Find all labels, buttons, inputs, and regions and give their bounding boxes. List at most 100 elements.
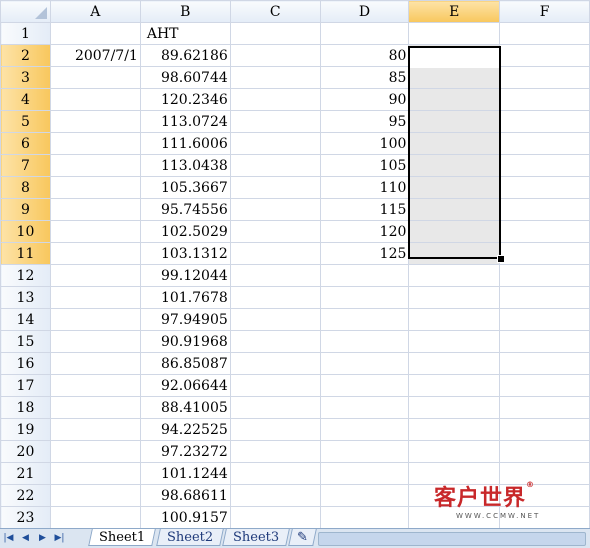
- cell-b8[interactable]: 105.3667: [139, 176, 231, 199]
- cell-b22[interactable]: 98.68611: [139, 484, 231, 507]
- cell-e10[interactable]: [408, 220, 501, 243]
- row-header-6[interactable]: 6: [0, 132, 51, 155]
- cell-c11[interactable]: [229, 242, 321, 265]
- column-header-a[interactable]: A: [49, 0, 141, 23]
- cell-a2[interactable]: 2007/7/1: [49, 44, 141, 67]
- row-header-17[interactable]: 17: [0, 374, 51, 397]
- row-header-21[interactable]: 21: [0, 462, 51, 485]
- cell-d4[interactable]: 90: [319, 88, 410, 111]
- cell-b14[interactable]: 97.94905: [139, 308, 231, 331]
- fill-handle[interactable]: [497, 255, 505, 263]
- cell-f14[interactable]: [499, 308, 590, 331]
- cell-b16[interactable]: 86.85087: [139, 352, 231, 375]
- cell-f3[interactable]: [499, 66, 590, 89]
- cell-d19[interactable]: [319, 418, 410, 441]
- cell-e15[interactable]: [408, 330, 501, 353]
- row-header-16[interactable]: 16: [0, 352, 51, 375]
- cell-e20[interactable]: [408, 440, 501, 463]
- row-header-14[interactable]: 14: [0, 308, 51, 331]
- cell-d20[interactable]: [319, 440, 410, 463]
- cell-b7[interactable]: 113.0438: [139, 154, 231, 177]
- cell-c2[interactable]: [229, 44, 321, 67]
- cell-e9[interactable]: [408, 198, 501, 221]
- cell-b12[interactable]: 99.12044: [139, 264, 231, 287]
- cell-b15[interactable]: 90.91968: [139, 330, 231, 353]
- cell-d7[interactable]: 105: [319, 154, 410, 177]
- cell-a17[interactable]: [49, 374, 141, 397]
- cell-b18[interactable]: 88.41005: [139, 396, 231, 419]
- cell-e5[interactable]: [408, 110, 501, 133]
- tab-sheet1[interactable]: Sheet1: [88, 529, 156, 546]
- cell-e12[interactable]: [408, 264, 501, 287]
- cell-f10[interactable]: [499, 220, 590, 243]
- cell-f1[interactable]: [499, 22, 590, 45]
- row-header-12[interactable]: 12: [0, 264, 51, 287]
- spreadsheet-grid[interactable]: ABCDEF 1 AHT 2 2007/7/1 89.62186 80 3 98.60744 8…: [0, 0, 590, 528]
- cell-f20[interactable]: [499, 440, 590, 463]
- cell-c21[interactable]: [229, 462, 321, 485]
- cell-f13[interactable]: [499, 286, 590, 309]
- cell-c12[interactable]: [229, 264, 321, 287]
- cell-b23[interactable]: 100.9157: [139, 506, 231, 528]
- cell-d13[interactable]: [319, 286, 410, 309]
- cell-f9[interactable]: [499, 198, 590, 221]
- cell-a22[interactable]: [49, 484, 141, 507]
- cell-d22[interactable]: [319, 484, 410, 507]
- cell-e8[interactable]: [408, 176, 501, 199]
- cell-table[interactable]: ABCDEF 1 AHT 2 2007/7/1 89.62186 80 3 98.60744 8…: [0, 0, 590, 528]
- cell-e13[interactable]: [408, 286, 501, 309]
- cell-a20[interactable]: [49, 440, 141, 463]
- cell-a19[interactable]: [49, 418, 141, 441]
- row-header-9[interactable]: 9: [0, 198, 51, 221]
- cell-b9[interactable]: 95.74556: [139, 198, 231, 221]
- column-header-b[interactable]: B: [139, 0, 231, 23]
- cell-d18[interactable]: [319, 396, 410, 419]
- cell-d23[interactable]: [319, 506, 410, 528]
- cell-e16[interactable]: [408, 352, 501, 375]
- cell-c18[interactable]: [229, 396, 321, 419]
- cell-d1[interactable]: [319, 22, 410, 45]
- cell-c10[interactable]: [229, 220, 321, 243]
- row-header-15[interactable]: 15: [0, 330, 51, 353]
- row-header-2[interactable]: 2: [0, 44, 51, 67]
- cell-f17[interactable]: [499, 374, 590, 397]
- cell-c17[interactable]: [229, 374, 321, 397]
- cell-d8[interactable]: 110: [319, 176, 410, 199]
- cell-d9[interactable]: 115: [319, 198, 410, 221]
- cell-c9[interactable]: [229, 198, 321, 221]
- cell-a18[interactable]: [49, 396, 141, 419]
- cell-b10[interactable]: 102.5029: [139, 220, 231, 243]
- cell-e17[interactable]: [408, 374, 501, 397]
- cell-d21[interactable]: [319, 462, 410, 485]
- cell-f16[interactable]: [499, 352, 590, 375]
- cell-c6[interactable]: [229, 132, 321, 155]
- cell-a4[interactable]: [49, 88, 141, 111]
- cell-f18[interactable]: [499, 396, 590, 419]
- column-header-c[interactable]: C: [229, 0, 321, 23]
- cell-c4[interactable]: [229, 88, 321, 111]
- cell-e7[interactable]: [408, 154, 501, 177]
- cell-a15[interactable]: [49, 330, 141, 353]
- cell-b19[interactable]: 94.22525: [139, 418, 231, 441]
- cell-e11[interactable]: [408, 242, 501, 265]
- row-header-7[interactable]: 7: [0, 154, 51, 177]
- cell-d12[interactable]: [319, 264, 410, 287]
- cell-f7[interactable]: [499, 154, 590, 177]
- cell-c22[interactable]: [229, 484, 321, 507]
- cell-f2[interactable]: [499, 44, 590, 67]
- cell-a6[interactable]: [49, 132, 141, 155]
- cell-a16[interactable]: [49, 352, 141, 375]
- cell-d16[interactable]: [319, 352, 410, 375]
- cell-a7[interactable]: [49, 154, 141, 177]
- cell-e1[interactable]: [408, 22, 501, 45]
- row-header-10[interactable]: 10: [0, 220, 51, 243]
- cell-c1[interactable]: [229, 22, 321, 45]
- cell-c7[interactable]: [229, 154, 321, 177]
- row-header-3[interactable]: 3: [0, 66, 51, 89]
- column-header-f[interactable]: F: [499, 0, 590, 23]
- prev-sheet-icon[interactable]: ◀: [19, 532, 32, 544]
- cell-e3[interactable]: [408, 66, 501, 89]
- row-header-1[interactable]: 1: [0, 22, 51, 45]
- cell-a1[interactable]: [49, 22, 141, 45]
- cell-d3[interactable]: 85: [319, 66, 410, 89]
